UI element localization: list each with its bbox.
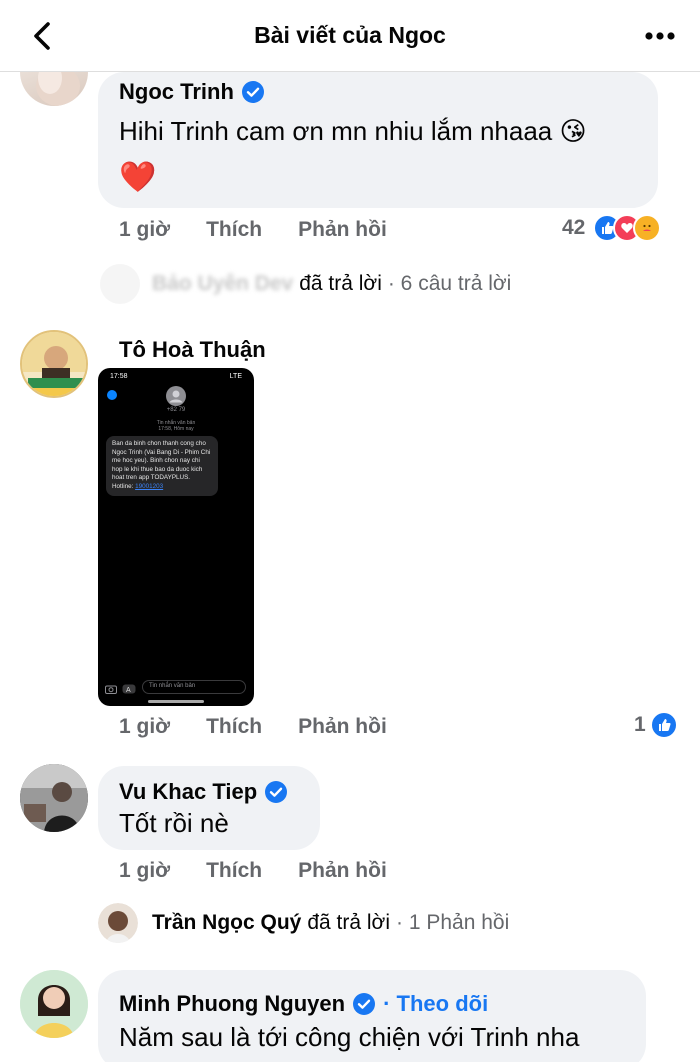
comment-emoji: ❤️ [119, 161, 157, 194]
comment-text: Tốt rồi nè [119, 808, 229, 838]
contact-avatar-icon [166, 386, 186, 406]
comment-time[interactable]: 1 giờ [119, 859, 170, 883]
sms-message: Ban da binh chon thanh cong cho Ngoc Tri… [106, 436, 218, 496]
more-dots-icon [645, 32, 675, 40]
reply-avatar [98, 903, 138, 943]
page-title: Bài viết của Ngoc [254, 22, 446, 48]
chevron-left-icon [34, 22, 50, 50]
view-replies[interactable]: Trần Ngọc Quý đã trả lời · 1 Phản hồi [98, 903, 509, 943]
reply-count: · 6 câu trả lời [387, 272, 512, 295]
svg-text:A: A [126, 687, 131, 694]
phone-status-bar: 17:58 LTE [110, 373, 242, 380]
status-time: 17:58 [110, 373, 128, 380]
comment-text: Hihi Trinh cam ơn mn nhiu lắm nhaaa 😘 [119, 116, 587, 146]
reply-avatar [100, 264, 140, 304]
like-button[interactable]: Thích [206, 218, 262, 242]
comment-actions: 1 giờ Thích Phản hồi [119, 856, 387, 886]
verified-badge-icon [241, 81, 264, 103]
back-button[interactable] [24, 18, 60, 54]
reply-action: đã trả lời [299, 272, 382, 295]
like-button[interactable]: Thích [206, 859, 262, 883]
reply-author: Bảo Uyên Dev [152, 272, 294, 295]
sms-meta-time: 17:58, Hôm nay [158, 426, 194, 432]
avatar-photo [22, 332, 86, 396]
comment-text: Năm sau là tới công chiện với Trinh nha [119, 1022, 580, 1052]
reaction-count: 1 [634, 713, 646, 736]
follow-button[interactable]: · Theo dõi [383, 991, 488, 1017]
top-bar: Bài viết của Ngoc [0, 0, 700, 72]
sms-back-icon [107, 390, 117, 400]
comment-actions: 1 giờ Thích Phản hồi [119, 712, 387, 742]
more-options-button[interactable] [640, 18, 680, 54]
reply-button[interactable]: Phản hồi [298, 859, 387, 883]
view-replies[interactable]: Bảo Uyên Dev đã trả lời · 6 câu trả lời [100, 264, 511, 304]
sms-sender: +82 79 [166, 407, 186, 413]
comment-author[interactable]: Minh Phuong Nguyen · Theo dõi [119, 991, 488, 1017]
comment-image[interactable]: 17:58 LTE +82 79 Tin nhắn văn bản 17:58,… [98, 368, 254, 706]
author-name: Vu Khac Tiep [119, 779, 258, 804]
like-reaction-icon [649, 711, 678, 739]
reaction-summary[interactable]: 42 [562, 214, 662, 242]
avatar-photo [20, 764, 88, 832]
author-name: Ngoc Trinh [119, 79, 234, 104]
comment-author[interactable]: Tô Hoà Thuận [119, 337, 266, 363]
reply-author: Trần Ngọc Quý [152, 911, 302, 934]
like-button[interactable]: Thích [206, 715, 262, 739]
comment-time[interactable]: 1 giờ [119, 218, 170, 242]
avatar[interactable] [20, 330, 88, 398]
comment-author[interactable]: Vu Khac Tiep [119, 779, 288, 805]
avatar[interactable] [20, 764, 88, 832]
appstore-icon: A [122, 684, 136, 694]
avatar-photo [20, 970, 88, 1038]
avatar[interactable] [20, 970, 88, 1038]
reply-button[interactable]: Phản hồi [298, 715, 387, 739]
author-name: Minh Phuong Nguyen [119, 991, 346, 1016]
verified-badge-icon [265, 781, 288, 803]
reply-count: · 1 Phản hồi [396, 911, 510, 934]
verified-badge-icon [353, 993, 376, 1015]
camera-icon [105, 685, 117, 694]
status-network: LTE [229, 373, 242, 380]
reaction-count: 42 [562, 216, 586, 239]
reply-action: đã trả lời [307, 911, 390, 934]
reaction-summary[interactable]: 1 [634, 711, 678, 739]
care-reaction-icon [633, 214, 662, 242]
sms-hotline: 19001203 [135, 482, 164, 490]
comment-actions: 1 giờ Thích Phản hồi [119, 215, 387, 245]
reply-button[interactable]: Phản hồi [298, 218, 387, 242]
home-indicator [148, 700, 204, 703]
comment-author[interactable]: Ngoc Trinh [119, 79, 264, 105]
sms-input: Tin nhắn văn bản [142, 680, 246, 694]
comment-time[interactable]: 1 giờ [119, 715, 170, 739]
